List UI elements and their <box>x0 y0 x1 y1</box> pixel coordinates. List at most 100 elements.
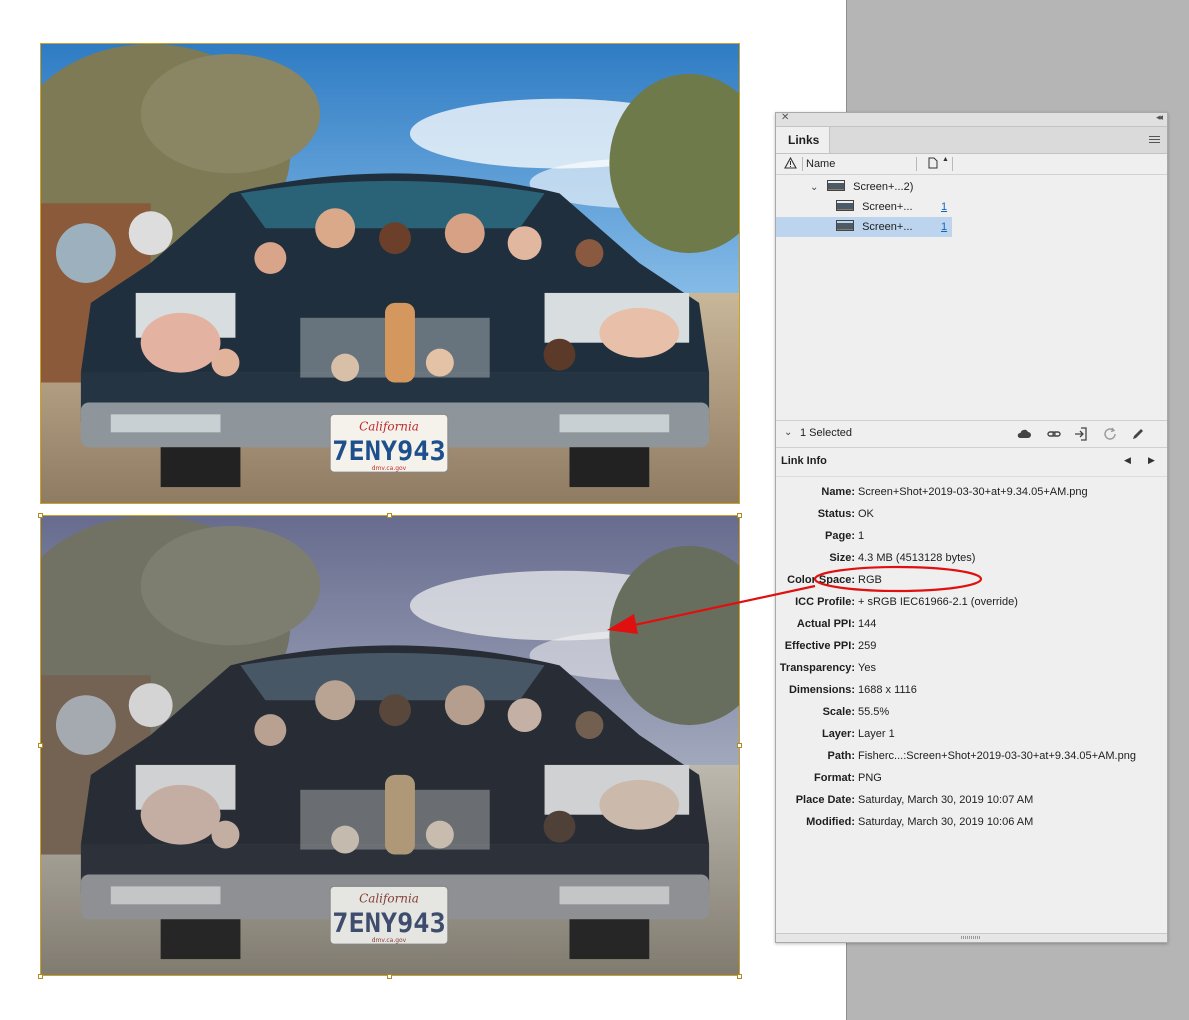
link-name: Screen+... <box>862 201 913 213</box>
plate-footer: dmv.ca.gov <box>372 937 407 944</box>
info-key: Modified: <box>806 816 855 828</box>
edit-original-icon[interactable] <box>1130 426 1146 442</box>
info-value: Saturday, March 30, 2019 10:06 AM <box>858 816 1034 828</box>
info-key: Color Space: <box>787 574 855 586</box>
info-row-status: Status: OK <box>776 503 1167 525</box>
info-value: PNG <box>858 772 882 784</box>
info-row-transparency: Transparency: Yes <box>776 657 1167 679</box>
relink-icon[interactable] <box>1046 426 1062 442</box>
info-value: 1688 x 1116 <box>858 684 917 696</box>
placed-image-bottom[interactable]: California 7ENY943 dmv.ca.gov <box>40 515 740 976</box>
info-value: OK <box>858 508 874 520</box>
plate-state: California <box>359 891 419 905</box>
list-item[interactable]: Screen+... 1 <box>776 197 952 217</box>
chevron-down-icon[interactable]: ⌄ <box>784 427 792 438</box>
info-row-format: Format: PNG <box>776 767 1167 789</box>
cloud-icon[interactable] <box>1016 426 1032 442</box>
link-thumbnail <box>836 220 854 231</box>
info-key: Dimensions: <box>788 684 855 696</box>
info-row-place-date: Place Date: Saturday, March 30, 2019 10:0… <box>776 789 1167 811</box>
plate-state: California <box>359 419 419 433</box>
link-thumbnail <box>836 200 854 211</box>
info-key: Status: <box>817 508 855 520</box>
selection-handle-ml[interactable] <box>38 743 43 748</box>
car-photo: California 7ENY943 dmv.ca.gov <box>41 44 739 503</box>
page-icon[interactable] <box>928 157 938 169</box>
info-value: Fisherc...:Screen+Shot+2019-03-30+at+9.3… <box>858 750 1136 762</box>
warning-icon[interactable] <box>784 157 797 169</box>
goto-link-icon[interactable] <box>1073 426 1089 442</box>
info-key: Format: <box>814 772 855 784</box>
info-value: Layer 1 <box>858 728 895 740</box>
selection-handle-mr[interactable] <box>737 743 742 748</box>
info-value: Yes <box>858 662 876 674</box>
link-thumbnail <box>827 180 846 191</box>
panel-resize-bar[interactable] <box>776 933 1167 942</box>
info-key: Effective PPI: <box>784 640 855 652</box>
info-key: Place Date: <box>795 794 855 806</box>
close-icon[interactable]: ✕ <box>781 112 789 123</box>
info-row-name: Name: Screen+Shot+2019-03-30+at+9.34.05+A… <box>776 481 1167 503</box>
info-value: 1 <box>858 530 865 542</box>
link-info-title[interactable]: Link Info <box>781 455 827 467</box>
update-link-icon[interactable] <box>1102 426 1118 442</box>
plate-number: 7ENY943 <box>332 436 445 467</box>
chevron-down-icon[interactable]: ⌄ <box>810 178 824 198</box>
sort-icon[interactable]: ▲ <box>942 156 949 163</box>
selection-handle-tc[interactable] <box>387 513 392 518</box>
info-row-effective-ppi: Effective PPI: 259 <box>776 635 1167 657</box>
selection-handle-br[interactable] <box>737 974 742 979</box>
tab-links[interactable]: Links <box>776 127 830 153</box>
info-value: Saturday, March 30, 2019 10:07 AM <box>858 794 1034 806</box>
panel-menu-icon[interactable] <box>1149 136 1160 145</box>
column-name[interactable]: Name <box>806 158 835 170</box>
list-item[interactable]: Screen+... 1 <box>776 217 952 237</box>
info-value: 144 <box>858 618 877 630</box>
panel-tab-bar: Links <box>776 127 1167 154</box>
info-value: RGB <box>858 574 882 586</box>
car-photo: California 7ENY943 dmv.ca.gov <box>41 516 739 975</box>
plate-footer: dmv.ca.gov <box>372 465 407 472</box>
info-key: Path: <box>827 750 856 762</box>
info-row-actual-ppi: Actual PPI: 144 <box>776 613 1167 635</box>
panel-title-bar[interactable]: ✕ ◂◂ <box>776 112 1167 127</box>
link-page-number[interactable]: 1 <box>941 197 947 217</box>
list-item[interactable]: ⌄ Screen+...2) <box>810 177 913 197</box>
info-key: Transparency: <box>779 662 855 674</box>
info-value: 259 <box>858 640 877 652</box>
resize-grip-icon[interactable] <box>961 936 981 939</box>
info-value: + sRGB IEC61966-2.1 (override) <box>858 596 1018 608</box>
info-row-icc-profile: ICC Profile: + sRGB IEC61966-2.1 (overrid… <box>776 591 1167 613</box>
info-row-page: Page: 1 <box>776 525 1167 547</box>
info-row-size: Size: 4.3 MB (4513128 bytes) <box>776 547 1167 569</box>
link-page-number[interactable]: 1 <box>941 217 947 237</box>
info-row-modified: Modified: Saturday, March 30, 2019 10:06 … <box>776 811 1167 833</box>
selection-handle-bc[interactable] <box>387 974 392 979</box>
link-info-header: Link Info ◀ ▶ <box>776 448 1167 477</box>
info-row-dimensions: Dimensions: 1688 x 1116 <box>776 679 1167 701</box>
info-row-layer: Layer: Layer 1 <box>776 723 1167 745</box>
placed-image-top[interactable]: California 7ENY943 dmv.ca.gov <box>40 43 740 504</box>
info-value: Screen+Shot+2019-03-30+at+9.34.05+AM.png <box>858 486 1088 498</box>
collapse-icon[interactable]: ◂◂ <box>1156 112 1163 123</box>
info-key: Layer: <box>821 728 855 740</box>
info-value: 55.5% <box>858 706 890 718</box>
info-value: 4.3 MB (4513128 bytes) <box>858 552 976 564</box>
links-panel: ✕ ◂◂ Links Name ▲ ⌄ Screen+...2) Screen+… <box>775 112 1168 943</box>
info-row-scale: Scale: 55.5% <box>776 701 1167 723</box>
selection-handle-tl[interactable] <box>38 513 43 518</box>
info-key: Name: <box>821 486 855 498</box>
previous-icon[interactable]: ◀ <box>1124 455 1131 466</box>
link-name: Screen+... <box>862 221 913 233</box>
link-name: Screen+...2) <box>853 181 914 193</box>
plate-number: 7ENY943 <box>332 908 445 939</box>
selection-handle-bl[interactable] <box>38 974 43 979</box>
links-list: ⌄ Screen+...2) Screen+... 1 Screen+... 1 <box>776 175 1167 420</box>
info-key: ICC Profile: <box>795 596 855 608</box>
next-icon[interactable]: ▶ <box>1148 455 1155 466</box>
selection-handle-tr[interactable] <box>737 513 742 518</box>
info-key: Size: <box>829 552 855 564</box>
info-key: Page: <box>825 530 855 542</box>
link-info-table: Name: Screen+Shot+2019-03-30+at+9.34.05+A… <box>776 477 1167 833</box>
info-row-path: Path: Fisherc...:Screen+Shot+2019-03-30+a… <box>776 745 1167 767</box>
